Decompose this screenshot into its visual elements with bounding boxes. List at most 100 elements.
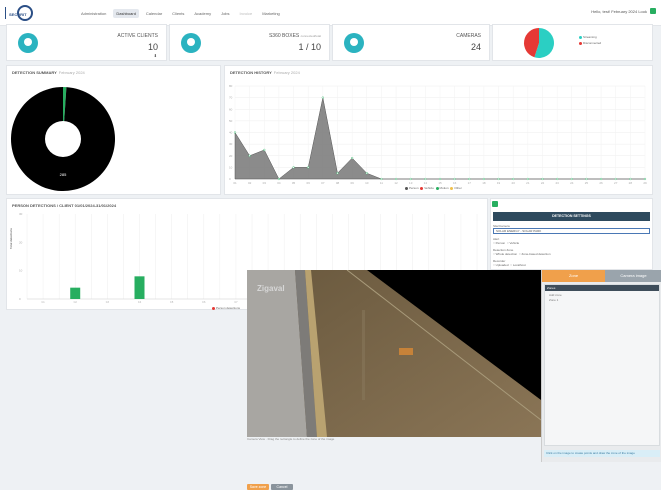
data-point-person — [526, 177, 529, 181]
settings-toggle[interactable] — [492, 201, 498, 207]
alert-person-text: Person — [495, 241, 506, 245]
x-tick-label: 13 — [409, 181, 413, 185]
donut-center-label: 285 — [60, 172, 67, 177]
x-tick-label: 10 — [365, 181, 369, 185]
detection-history-title-text: DETECTION HISTORY — [230, 70, 272, 75]
y-tick-label: 50 — [229, 119, 233, 123]
camera-image — [247, 270, 541, 437]
zones-box: Zones Add zone Zone 1 — [544, 284, 660, 446]
data-point-person — [541, 177, 544, 181]
nav-item-dashboard[interactable]: Dashboard — [113, 9, 139, 18]
x-tick-label: 26 — [599, 181, 603, 185]
zone-list-item[interactable]: Zone 1 — [549, 298, 558, 302]
legend-disconnected: Disconnected — [579, 41, 601, 45]
detection-history-period[interactable]: February 2024 — [274, 70, 300, 75]
x-tick-label: 24 — [570, 181, 574, 185]
x-tick-label: 16 — [453, 181, 457, 185]
nav-item-administration[interactable]: Administration — [78, 9, 109, 18]
y-tick-label: 10 — [19, 269, 23, 273]
data-point-person — [351, 156, 354, 160]
zone-whole-text: Whole detection — [495, 252, 518, 256]
x-tick-label: 01 — [233, 181, 237, 185]
nav-item-academy[interactable]: Academy — [191, 9, 214, 18]
y-tick-label: 20 — [229, 154, 233, 158]
nav-item-invoice[interactable]: Invoice — [237, 9, 256, 18]
x-tick-label: 11 — [380, 181, 383, 185]
data-point-person — [585, 177, 588, 181]
nav-item-jobs[interactable]: Jobs — [218, 9, 232, 18]
x-tick-label: 08 — [336, 181, 340, 185]
y-tick-label: 40 — [229, 131, 233, 135]
camera-icon — [344, 33, 364, 53]
legend-dot-person-detections — [212, 306, 215, 310]
nav-item-clients[interactable]: Clients — [169, 9, 187, 18]
data-point-person — [556, 177, 559, 181]
alert-person-radio[interactable]: ○ Person — [493, 241, 505, 245]
recorder-uploaded-radio[interactable]: ○ Uploaded — [493, 263, 509, 267]
cameras-label: CAMERAS — [456, 33, 481, 39]
settings-card — [490, 198, 653, 270]
detection-summary-period[interactable]: February 2024 — [59, 70, 85, 75]
alert-vehicle-radio[interactable]: ○ Vehicle — [507, 241, 519, 245]
site-camera-select-value: SOLAR ENERGY - SOLAR PARK — [496, 229, 542, 233]
x-tick-label: 20 — [512, 181, 516, 185]
site-camera-select[interactable]: SOLAR ENERGY - SOLAR PARK — [493, 228, 650, 234]
alert-vehicle-text: Vehicle — [509, 241, 520, 245]
zone-based-radio[interactable]: ○ Zone-based detection — [519, 252, 551, 256]
camera-status-pie — [524, 28, 554, 58]
data-point-person — [292, 166, 295, 169]
recorder-localhost-radio[interactable]: ○ Localhost — [510, 263, 526, 267]
boxes-sub: connected/total — [300, 34, 321, 38]
x-tick-label: C6 — [202, 301, 206, 304]
x-tick-label: C5 — [170, 301, 174, 304]
x-tick-label: 27 — [614, 181, 618, 185]
tab-camera-image[interactable]: Camera image — [605, 270, 661, 282]
active-clients-label: ACTIVE CLIENTS — [117, 33, 158, 39]
tab-zone[interactable]: Zone — [542, 270, 605, 282]
legend-dot-streaming — [579, 35, 582, 39]
zone-whole-radio[interactable]: ○ Whole detection — [493, 252, 517, 256]
legend-streaming: Streaming — [579, 35, 597, 39]
boxes-value: 1 / 10 — [298, 42, 321, 52]
user-menu-button[interactable] — [650, 8, 656, 14]
logo[interactable]: SECURIT — [5, 5, 33, 21]
data-point-person — [380, 177, 383, 181]
nav-item-marketing[interactable]: Marketing — [259, 9, 283, 18]
data-point-person — [570, 177, 573, 181]
data-point-person — [233, 131, 237, 134]
data-point-person — [321, 96, 324, 99]
add-zone-link[interactable]: Add zone — [549, 293, 562, 297]
camera-view[interactable]: Zigaval — [247, 270, 541, 437]
x-tick-label: 14 — [424, 181, 428, 185]
download-icon[interactable]: ⬇ — [154, 53, 157, 58]
x-tick-label: 21 — [526, 181, 530, 185]
camera-label: Zigaval — [257, 284, 285, 293]
data-point-person — [512, 177, 515, 181]
legend-dot-vehicle — [420, 186, 424, 190]
y-tick-label: 0 — [229, 177, 231, 181]
cancel-button[interactable]: Cancel — [271, 484, 293, 490]
x-tick-label: 28 — [629, 181, 633, 185]
save-zone-button[interactable]: Save zone — [247, 484, 269, 490]
detection-history-chart: 0 10 20 30 40 50 60 70 80 01 02 03 04 05 06 07 08 09 10 11 1… — [229, 84, 647, 185]
camera-footer: Camera View · Drag the rectangle to defi… — [247, 437, 335, 441]
history-legend: Person Vehicle Motion Other — [405, 186, 462, 190]
x-tick-label: 29 — [643, 181, 647, 185]
camera-status-card: Streaming Disconnected — [492, 24, 653, 61]
cameras-value: 24 — [470, 42, 481, 52]
data-point-person — [424, 177, 427, 181]
x-tick-label: 06 — [307, 181, 311, 185]
nav-item-calendar[interactable]: Calendar — [143, 9, 165, 18]
y-tick-label: 0 — [19, 297, 21, 301]
zone-based-text: Zone-based detection — [521, 252, 551, 256]
y-tick-label: 80 — [229, 84, 233, 88]
legend-dot-person — [405, 186, 408, 190]
user-menu[interactable]: Hello, test! February 2024 Look — [591, 9, 647, 14]
x-tick-label: 17 — [468, 181, 472, 185]
person-detections-legend-text: Person detections — [216, 306, 241, 310]
alert-options: ○ Person ○ Vehicle — [493, 241, 519, 245]
detection-history-title: DETECTION HISTORY February 2024 — [230, 70, 300, 75]
zone-options: ○ Whole detection ○ Zone-based detection — [493, 252, 551, 256]
x-tick-label: C2 — [74, 301, 78, 304]
x-tick-label: 25 — [585, 181, 589, 185]
